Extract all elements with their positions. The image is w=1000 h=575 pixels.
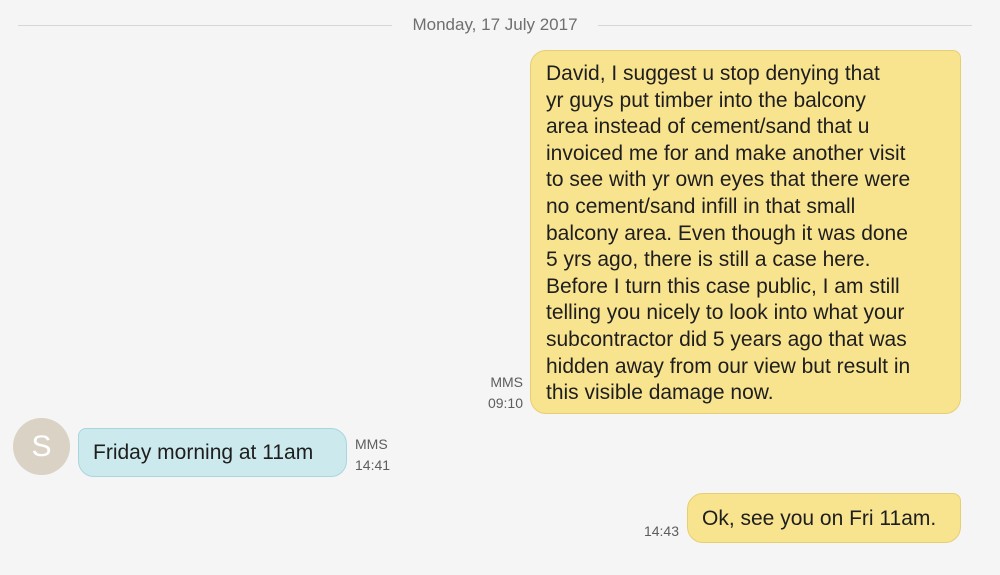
message-text: Ok, see you on Fri 11am.: [702, 507, 937, 530]
message-type-label: MMS: [355, 436, 388, 452]
message-text-line: telling you nicely to look into what you…: [546, 301, 905, 325]
message-text-line: balcony area. Even though it was done: [546, 221, 908, 245]
message-type-label: MMS: [490, 374, 523, 390]
received-message-bubble[interactable]: Friday morning at 11am: [78, 428, 347, 477]
avatar-initial: S: [31, 429, 52, 463]
message-timestamp: 14:41: [355, 457, 391, 473]
message-meta: MMS 14:41: [355, 434, 390, 476]
sent-message-bubble[interactable]: Ok, see you on Fri 11am.: [687, 493, 961, 543]
sent-message-bubble[interactable]: David, I suggest u stop denying that yr …: [530, 50, 961, 414]
message-text-line: subcontractor did 5 years ago that was: [546, 327, 907, 351]
message-text: Friday morning at 11am: [93, 441, 314, 464]
divider-line-right: [597, 24, 973, 26]
message-text-line: yr guys put timber into the balcony: [546, 88, 866, 112]
message-text-line: no cement/sand infill in that small: [546, 194, 856, 218]
message-text-line: this visible damage now.: [546, 381, 774, 405]
message-meta: MMS 09:10: [488, 372, 523, 414]
message-text-line: David, I suggest u stop denying that: [546, 62, 880, 85]
message-text-line: hidden away from our view but result in: [546, 354, 911, 378]
message-timestamp: 14:43: [643, 523, 679, 539]
message-thread: Monday, 17 July 2017 MMS 09:10 David, I …: [0, 0, 1000, 575]
contact-avatar[interactable]: S: [13, 418, 70, 475]
message-text-line: area instead of cement/sand that u: [546, 115, 870, 139]
message-timestamp: 09:10: [487, 395, 523, 411]
divider-line-left: [18, 24, 393, 26]
message-text-line: to see with yr own eyes that there were: [546, 168, 911, 192]
message-text-line: invoiced me for and make another visit: [546, 141, 906, 165]
message-text-line: Before I turn this case public, I am sti…: [546, 274, 900, 298]
date-divider-label: Monday, 17 July 2017: [412, 15, 578, 34]
message-text-line: 5 yrs ago, there is still a case here.: [546, 248, 871, 272]
message-meta: 14:43: [644, 521, 679, 542]
date-divider: Monday, 17 July 2017: [18, 10, 973, 40]
